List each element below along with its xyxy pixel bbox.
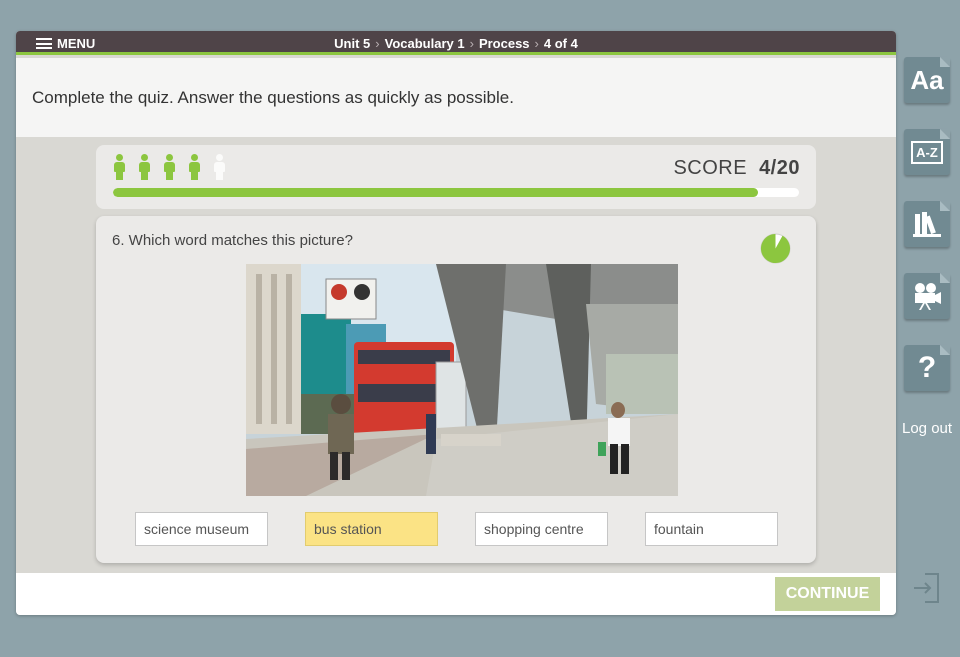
chevron-right-icon: › (469, 36, 474, 51)
score-panel: SCORE 4/20 (96, 145, 816, 209)
instruction-text: Complete the quiz. Answer the questions … (32, 88, 514, 107)
footer-bar: CONTINUE (16, 573, 896, 615)
library-button[interactable] (904, 201, 950, 247)
chevron-right-icon: › (375, 36, 380, 51)
answer-options: science museum bus station shopping centre… (135, 512, 778, 546)
progress-fill (113, 188, 758, 197)
app-window: MENU Unit 5 › Vocabulary 1 › Process › 4 of 4 … (16, 31, 896, 615)
bus-station-photo (246, 264, 678, 496)
corner-fold (940, 345, 950, 355)
breadcrumb-section[interactable]: Vocabulary 1 (385, 36, 465, 51)
chevron-right-icon: › (534, 36, 539, 51)
answer-option[interactable]: fountain (645, 512, 778, 546)
answer-option[interactable]: bus station (305, 512, 438, 546)
video-button[interactable] (904, 273, 950, 319)
score-display: SCORE 4/20 (673, 157, 800, 180)
person-icon (212, 154, 227, 180)
question-text: 6. Which word matches this picture? (112, 232, 353, 249)
glossary-icon-text: A-Z (911, 140, 943, 164)
logout-link[interactable]: Log out (902, 420, 952, 437)
answer-option[interactable]: science museum (135, 512, 268, 546)
continue-button[interactable]: CONTINUE (775, 577, 880, 611)
glossary-button[interactable]: A-Z (904, 129, 950, 175)
timer-pie-icon (760, 233, 791, 264)
answer-option[interactable]: shopping centre (475, 512, 608, 546)
exit-icon[interactable] (911, 571, 941, 605)
top-bar: MENU Unit 5 › Vocabulary 1 › Process › 4 of 4 (16, 31, 896, 55)
progress-bar (113, 188, 799, 197)
corner-fold (940, 201, 950, 211)
breadcrumb-activity[interactable]: Process (479, 36, 530, 51)
person-icon (137, 154, 152, 180)
breadcrumb: Unit 5 › Vocabulary 1 › Process › 4 of 4 (16, 36, 896, 51)
score-value: 4/20 (759, 157, 800, 179)
font-size-button[interactable]: Aa (904, 57, 950, 103)
person-icon (187, 154, 202, 180)
help-button[interactable]: ? (904, 345, 950, 391)
corner-fold (940, 273, 950, 283)
score-label: SCORE (673, 157, 748, 179)
instruction-panel: Complete the quiz. Answer the questions … (16, 58, 896, 137)
corner-fold (940, 129, 950, 139)
question-card: 6. Which word matches this picture? scie… (96, 216, 816, 563)
corner-fold (940, 57, 950, 67)
person-icon (112, 154, 127, 180)
breadcrumb-unit[interactable]: Unit 5 (334, 36, 370, 51)
lives-indicator (112, 154, 227, 180)
breadcrumb-page: 4 of 4 (543, 36, 578, 51)
bus-station-image (246, 264, 678, 496)
person-icon (162, 154, 177, 180)
